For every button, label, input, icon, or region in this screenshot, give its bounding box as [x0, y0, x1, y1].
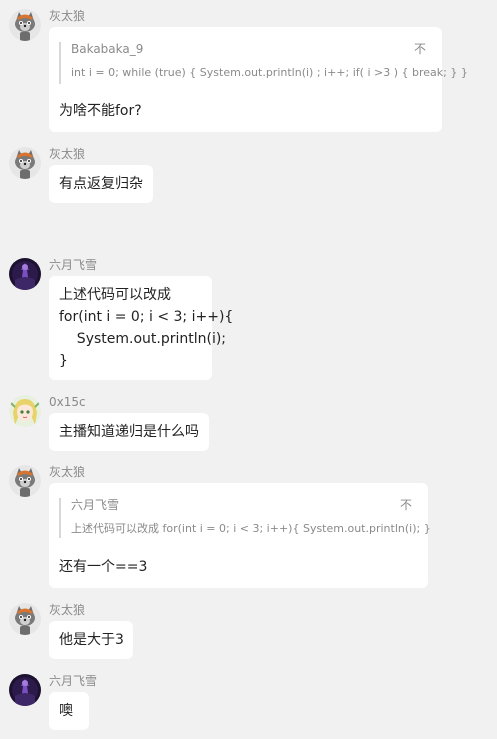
avatar[interactable]	[9, 9, 41, 41]
wolf-avatar-icon	[9, 9, 41, 41]
dark-figure-avatar-icon	[9, 674, 41, 706]
avatar[interactable]	[9, 147, 41, 179]
avatar[interactable]	[9, 395, 41, 427]
sender-name: 六月飞雪	[49, 258, 98, 272]
message-text-line: 上述代码可以改成	[59, 287, 171, 303]
avatar[interactable]	[9, 258, 41, 290]
chat-message-list: 灰太狼 Bakabaka_9 int i = 0; while (true) {…	[0, 0, 497, 739]
message-text-line: }	[59, 353, 68, 369]
quote-close-icon[interactable]: 不	[400, 498, 412, 512]
message-text: 主播知道递归是什么吗	[59, 424, 199, 440]
quoted-message[interactable]: 六月飞雪 上述代码可以改成 for(int i = 0; i < 3; i++)…	[59, 498, 431, 538]
sender-name: 六月飞雪	[49, 674, 98, 688]
message-bubble[interactable]: 上述代码可以改成 for(int i = 0; i < 3; i++){ Sys…	[49, 276, 234, 380]
wolf-avatar-icon	[9, 147, 41, 179]
quoted-text: int i = 0; while (true) { System.out.pri…	[71, 66, 468, 79]
avatar[interactable]	[9, 603, 41, 635]
message-bubble[interactable]: 六月飞雪 上述代码可以改成 for(int i = 0; i < 3; i++)…	[49, 483, 431, 588]
message-bubble[interactable]: 有点返复归杂	[49, 165, 153, 203]
wolf-avatar-icon	[9, 465, 41, 497]
wolf-avatar-icon	[9, 603, 41, 635]
sender-name: 灰太狼	[49, 603, 86, 617]
anime-girl-avatar-icon	[9, 395, 41, 427]
avatar[interactable]	[9, 674, 41, 706]
message-bubble[interactable]: 主播知道递归是什么吗	[49, 413, 209, 451]
sender-name: 灰太狼	[49, 465, 86, 479]
message-text: 噢	[59, 703, 73, 719]
sender-name: 0x15c	[49, 395, 86, 409]
sender-name: 灰太狼	[49, 147, 86, 161]
message-bubble[interactable]: Bakabaka_9 int i = 0; while (true) { Sys…	[49, 27, 468, 132]
message-text: 他是大于3	[59, 632, 124, 648]
quoted-message[interactable]: Bakabaka_9 int i = 0; while (true) { Sys…	[59, 42, 468, 84]
dark-figure-avatar-icon	[9, 258, 41, 290]
message-bubble[interactable]: 噢	[49, 692, 89, 730]
quote-close-icon[interactable]: 不	[414, 42, 426, 56]
quoted-text: 上述代码可以改成 for(int i = 0; i < 3; i++){ Sys…	[71, 522, 431, 535]
message-text: 为啥不能for?	[59, 103, 142, 119]
message-text-line: for(int i = 0; i < 3; i++){	[59, 309, 234, 325]
sender-name: 灰太狼	[49, 9, 86, 23]
quoted-sender-name: Bakabaka_9	[71, 42, 144, 56]
avatar[interactable]	[9, 465, 41, 497]
message-text: 还有一个==3	[59, 559, 148, 575]
message-text: 有点返复归杂	[59, 176, 143, 192]
message-text-line: System.out.println(i);	[59, 331, 227, 347]
message-bubble[interactable]: 他是大于3	[49, 621, 133, 659]
quoted-sender-name: 六月飞雪	[71, 498, 120, 512]
